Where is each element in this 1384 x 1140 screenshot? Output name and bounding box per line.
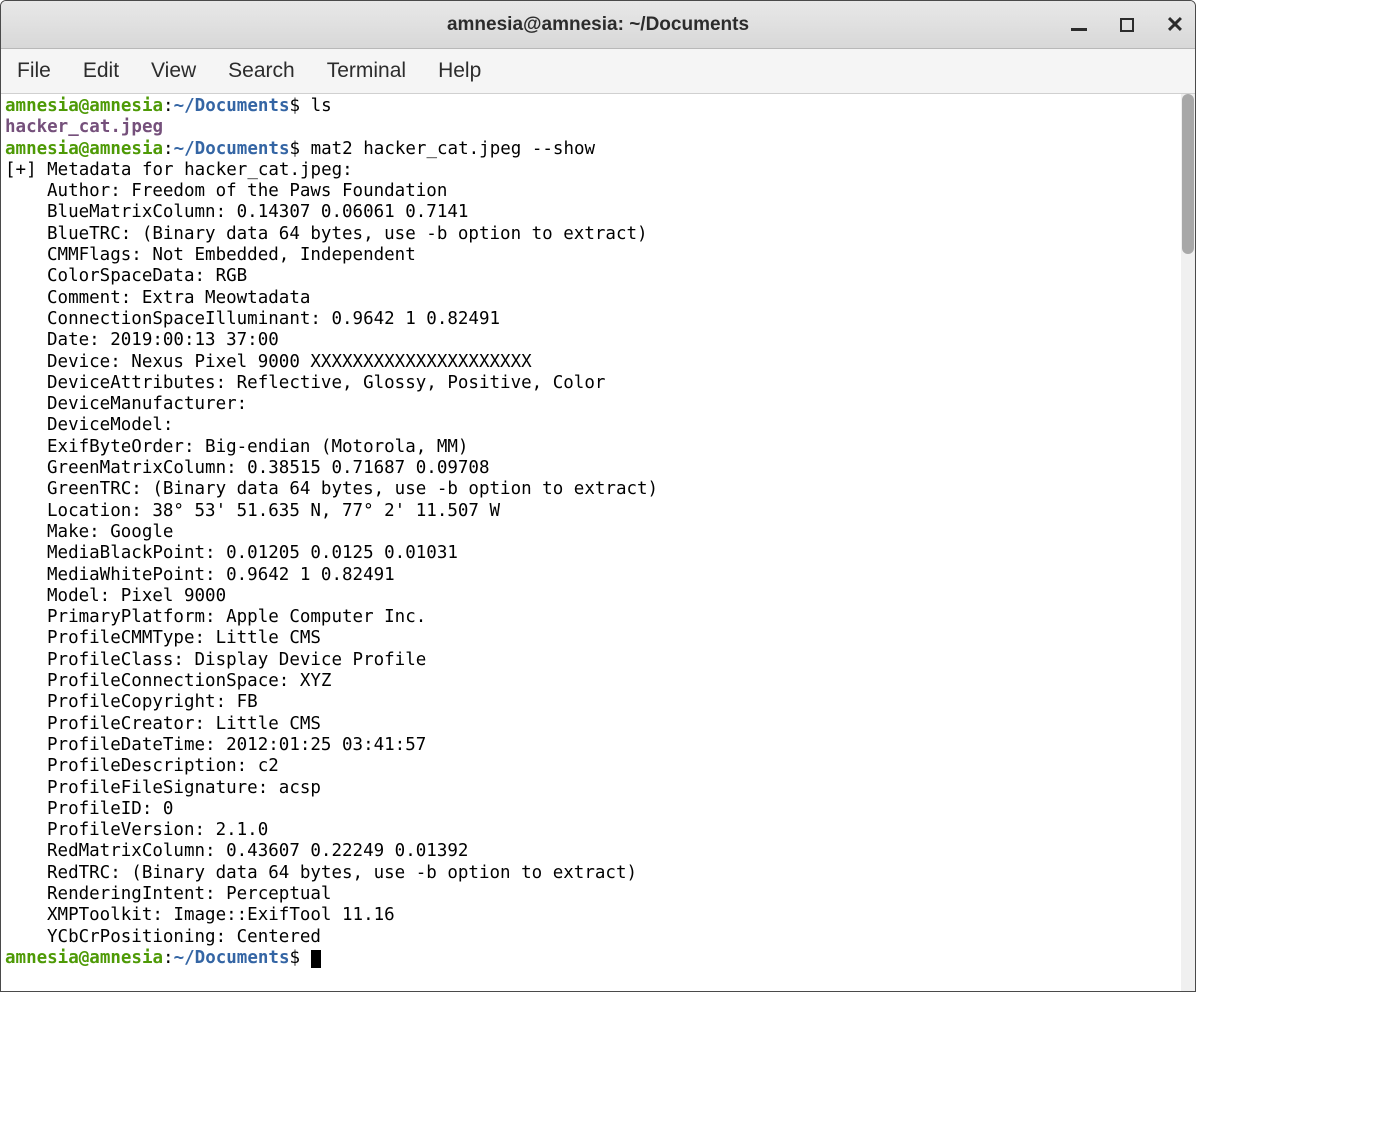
- metadata-line: DeviceAttributes: Reflective, Glossy, Po…: [5, 373, 1177, 394]
- metadata-line: DeviceManufacturer:: [5, 394, 1177, 415]
- metadata-line: Model: Pixel 9000: [5, 586, 1177, 607]
- minimize-button[interactable]: [1069, 15, 1089, 35]
- metadata-line: Comment: Extra Meowtadata: [5, 288, 1177, 309]
- metadata-line: ProfileFileSignature: acsp: [5, 778, 1177, 799]
- metadata-line: ProfileVersion: 2.1.0: [5, 820, 1177, 841]
- cursor: [311, 950, 321, 968]
- metadata-line: ConnectionSpaceIlluminant: 0.9642 1 0.82…: [5, 309, 1177, 330]
- metadata-line: BlueTRC: (Binary data 64 bytes, use -b o…: [5, 224, 1177, 245]
- metadata-line: ProfileCMMType: Little CMS: [5, 628, 1177, 649]
- metadata-line: Device: Nexus Pixel 9000 XXXXXXXXXXXXXXX…: [5, 352, 1177, 373]
- metadata-line: RenderingIntent: Perceptual: [5, 884, 1177, 905]
- menu-view[interactable]: View: [147, 57, 200, 85]
- metadata-line: MediaWhitePoint: 0.9642 1 0.82491: [5, 565, 1177, 586]
- terminal-line: [+] Metadata for hacker_cat.jpeg:: [5, 160, 1177, 181]
- metadata-line: ColorSpaceData: RGB: [5, 266, 1177, 287]
- window-title: amnesia@amnesia: ~/Documents: [447, 14, 749, 36]
- terminal-window: amnesia@amnesia: ~/Documents ✕ File Edit…: [0, 0, 1196, 992]
- menu-help[interactable]: Help: [434, 57, 485, 85]
- minimize-icon: [1071, 28, 1087, 31]
- metadata-line: GreenTRC: (Binary data 64 bytes, use -b …: [5, 479, 1177, 500]
- window-controls: ✕: [1069, 15, 1185, 35]
- metadata-line: BlueMatrixColumn: 0.14307 0.06061 0.7141: [5, 202, 1177, 223]
- metadata-line: YCbCrPositioning: Centered: [5, 927, 1177, 948]
- metadata-line: Author: Freedom of the Paws Foundation: [5, 181, 1177, 202]
- terminal-line: amnesia@amnesia:~/Documents$: [5, 948, 1177, 969]
- terminal-area[interactable]: amnesia@amnesia:~/Documents$ lshacker_ca…: [1, 94, 1195, 991]
- terminal-content[interactable]: amnesia@amnesia:~/Documents$ lshacker_ca…: [1, 94, 1181, 991]
- metadata-line: CMMFlags: Not Embedded, Independent: [5, 245, 1177, 266]
- menu-search[interactable]: Search: [224, 57, 299, 85]
- metadata-line: ProfileID: 0: [5, 799, 1177, 820]
- titlebar: amnesia@amnesia: ~/Documents ✕: [1, 1, 1195, 49]
- scrollbar[interactable]: [1181, 94, 1195, 991]
- metadata-line: ProfileDescription: c2: [5, 756, 1177, 777]
- metadata-line: ProfileCopyright: FB: [5, 692, 1177, 713]
- terminal-line: amnesia@amnesia:~/Documents$ mat2 hacker…: [5, 139, 1177, 160]
- metadata-line: ProfileDateTime: 2012:01:25 03:41:57: [5, 735, 1177, 756]
- metadata-line: Date: 2019:00:13 37:00: [5, 330, 1177, 351]
- metadata-line: GreenMatrixColumn: 0.38515 0.71687 0.097…: [5, 458, 1177, 479]
- scrollbar-thumb[interactable]: [1182, 94, 1194, 254]
- metadata-line: ExifByteOrder: Big-endian (Motorola, MM): [5, 437, 1177, 458]
- menu-edit[interactable]: Edit: [79, 57, 123, 85]
- metadata-line: PrimaryPlatform: Apple Computer Inc.: [5, 607, 1177, 628]
- metadata-line: ProfileClass: Display Device Profile: [5, 650, 1177, 671]
- metadata-line: ProfileCreator: Little CMS: [5, 714, 1177, 735]
- metadata-line: Make: Google: [5, 522, 1177, 543]
- maximize-icon: [1120, 18, 1134, 32]
- metadata-line: RedMatrixColumn: 0.43607 0.22249 0.01392: [5, 841, 1177, 862]
- terminal-line: amnesia@amnesia:~/Documents$ ls: [5, 96, 1177, 117]
- metadata-line: ProfileConnectionSpace: XYZ: [5, 671, 1177, 692]
- maximize-button[interactable]: [1117, 15, 1137, 35]
- menu-file[interactable]: File: [13, 57, 55, 85]
- metadata-line: RedTRC: (Binary data 64 bytes, use -b op…: [5, 863, 1177, 884]
- metadata-line: XMPToolkit: Image::ExifTool 11.16: [5, 905, 1177, 926]
- metadata-line: Location: 38° 53' 51.635 N, 77° 2' 11.50…: [5, 501, 1177, 522]
- menubar: File Edit View Search Terminal Help: [1, 49, 1195, 94]
- terminal-line: hacker_cat.jpeg: [5, 117, 1177, 138]
- metadata-line: DeviceModel:: [5, 415, 1177, 436]
- close-icon: ✕: [1166, 14, 1184, 36]
- menu-terminal[interactable]: Terminal: [323, 57, 410, 85]
- metadata-line: MediaBlackPoint: 0.01205 0.0125 0.01031: [5, 543, 1177, 564]
- close-button[interactable]: ✕: [1165, 15, 1185, 35]
